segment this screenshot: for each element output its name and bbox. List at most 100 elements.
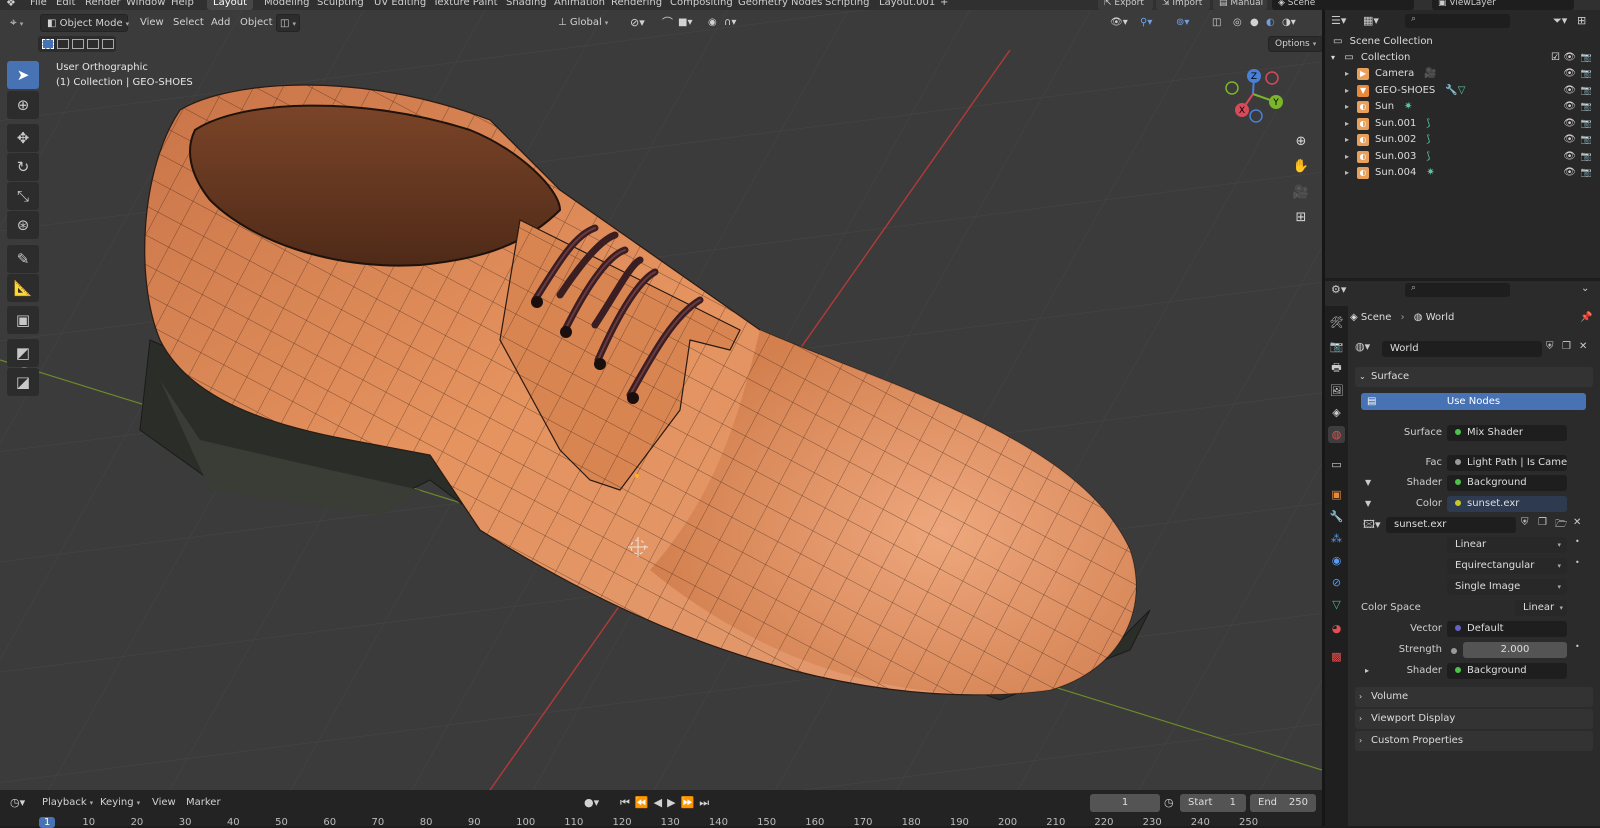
select-box-tool[interactable]: ➤	[7, 61, 39, 89]
render-camera-icon[interactable]: 📷	[1581, 83, 1592, 99]
rendered-shading-icon[interactable]: ◑▾	[1282, 14, 1296, 32]
eye-icon[interactable]: 👁	[1563, 116, 1576, 132]
tab-scene-icon[interactable]: ◈	[1328, 404, 1345, 421]
select-invert-icon[interactable]	[87, 39, 99, 49]
light-data-icon[interactable]: ⟆	[1426, 134, 1430, 145]
menu-add[interactable]: Add	[211, 14, 230, 32]
frame-ruler[interactable]: 1 10 20 30 40 50 60 70 80 90 100 110 120 130 140 150 160…	[0, 790, 1322, 828]
outliner-row[interactable]: ▸ ◐ Sun.004 ✷ 👁 📷	[1325, 165, 1600, 181]
select-subtract-icon[interactable]	[72, 39, 84, 49]
export-button[interactable]: ⇱ Export	[1098, 0, 1153, 10]
shader2-expand-arrow-icon[interactable]: ▸	[1365, 666, 1369, 675]
surface-socket-field[interactable]: Mix Shader	[1447, 425, 1567, 441]
strength-number-field[interactable]: 2.000	[1463, 642, 1567, 658]
options-button[interactable]: Options ▾	[1268, 36, 1324, 52]
shader2-socket-field[interactable]: Background	[1447, 663, 1567, 679]
vector-socket-field[interactable]: Default	[1447, 621, 1567, 637]
keyframe-dot-icon[interactable]: •	[1575, 642, 1580, 651]
color-space-select[interactable]: Linear ▾	[1515, 600, 1567, 616]
eye-icon[interactable]: 👁	[1563, 132, 1576, 148]
outliner-row[interactable]: ▸ ◐ Sun.001 ⟆ 👁 📷	[1325, 116, 1600, 132]
scene-selector[interactable]: ◈ Scene	[1272, 0, 1414, 10]
outliner-row-scene-collection[interactable]: ▭ Scene Collection	[1325, 34, 1600, 50]
bevel-tool[interactable]: ◪	[7, 368, 39, 396]
properties-search-input[interactable]: ⌕	[1405, 283, 1510, 297]
tab-material-icon[interactable]: ◕	[1328, 620, 1345, 637]
duplicate-icon[interactable]: ❐	[1562, 341, 1571, 352]
light-data-icon[interactable]: ⟆	[1426, 118, 1430, 129]
outliner-row[interactable]: ▸ ▶ Camera 🎥 👁 📷	[1325, 66, 1600, 82]
tab-texture-icon[interactable]: ▩	[1328, 648, 1345, 665]
menu-object[interactable]: Object	[240, 14, 273, 32]
keyframe-dot-icon[interactable]: •	[1575, 558, 1580, 567]
tab-output-icon[interactable]: 🖶	[1328, 360, 1345, 377]
tab-physics-icon[interactable]: ◉	[1328, 552, 1345, 569]
material-shading-icon[interactable]: ◐	[1266, 14, 1275, 32]
snap-icon[interactable]: ⊘▾	[630, 14, 645, 32]
image-duplicate-icon[interactable]: ❐	[1538, 517, 1547, 528]
fake-user-shield-icon[interactable]: ⛨	[1546, 341, 1554, 352]
pin-icon[interactable]: 📌	[1580, 312, 1592, 323]
sun-data-icon[interactable]: ✷	[1426, 167, 1434, 178]
eye-icon[interactable]: 👁	[1563, 99, 1576, 115]
outliner-row[interactable]: ▸ ▼ GEO-SHOES 🔧▽ 👁 📷	[1325, 83, 1600, 99]
eye-icon[interactable]: 👁	[1563, 165, 1576, 181]
render-camera-icon[interactable]: 📷	[1581, 165, 1592, 181]
gizmo-toggle-icon[interactable]: ⚲▾	[1140, 14, 1152, 32]
tab-rendering[interactable]: Rendering	[605, 0, 668, 10]
render-camera-icon[interactable]: 📷	[1581, 132, 1592, 148]
expand-arrow-icon[interactable]: ▸	[1345, 102, 1349, 111]
new-collection-icon[interactable]: ⊞	[1577, 14, 1586, 27]
add-workspace-button[interactable]: +	[940, 0, 948, 8]
transform-tool[interactable]: ⊛	[7, 211, 39, 239]
visibility-icon[interactable]: 👁▾	[1110, 14, 1128, 32]
render-camera-icon[interactable]: 📷	[1581, 116, 1592, 132]
rotate-tool[interactable]: ↻	[7, 153, 39, 181]
tab-view-layer-icon[interactable]: 🖼	[1328, 382, 1345, 399]
properties-editor-icon[interactable]: ⚙▾	[1331, 283, 1346, 296]
viewlayer-selector[interactable]: ▣ ViewLayer	[1432, 0, 1574, 10]
pan-hand-icon[interactable]: ✋	[1290, 155, 1312, 177]
outliner-search-input[interactable]: ⌕	[1405, 14, 1510, 28]
navigation-gizmo[interactable]: Z Y X	[1218, 64, 1288, 128]
import-button[interactable]: ⇲ Import	[1156, 0, 1210, 10]
shader-socket-field[interactable]: Background	[1447, 475, 1567, 491]
expand-arrow-icon[interactable]: ▸	[1345, 168, 1349, 177]
tab-object-icon[interactable]: ▣	[1328, 486, 1345, 503]
ortho-grid-icon[interactable]: ⊞	[1290, 206, 1312, 228]
pivot-selector[interactable]: ◫ ▾	[276, 14, 300, 32]
scale-tool[interactable]: ⤡	[7, 182, 39, 210]
add-cube-tool[interactable]: ▣	[7, 306, 39, 334]
expand-arrow-icon[interactable]: ▸	[1345, 135, 1349, 144]
eye-icon[interactable]: 👁	[1563, 50, 1576, 66]
expand-arrow-icon[interactable]: ▸	[1345, 69, 1349, 78]
gizmo-neg-x[interactable]	[1265, 71, 1279, 85]
panel-surface-header[interactable]: ⌄ Surface	[1355, 367, 1593, 387]
tab-layout[interactable]: Layout	[207, 0, 253, 10]
menu-edit[interactable]: Edit	[56, 0, 75, 8]
unlink-close-icon[interactable]: ✕	[1579, 341, 1587, 352]
expand-arrow-icon[interactable]: ▸	[1345, 86, 1349, 95]
tab-modeling[interactable]: Modeling	[258, 0, 316, 10]
expand-arrow-icon[interactable]: ▾	[1331, 53, 1335, 62]
projection-select[interactable]: Equirectangular ▾	[1447, 558, 1567, 574]
tab-shading[interactable]: Shading	[500, 0, 553, 10]
image-browse-icon[interactable]: 🖾▾	[1363, 516, 1381, 535]
outliner-row[interactable]: ▸ ◐ Sun.002 ⟆ 👁 📷	[1325, 132, 1600, 148]
interpolation-select[interactable]: Linear ▾	[1447, 537, 1567, 553]
gizmo-neg-y[interactable]	[1225, 81, 1239, 95]
overlay-toggle-icon[interactable]: ⊚▾	[1176, 14, 1189, 32]
world-browse-icon[interactable]: ◍▾	[1355, 340, 1370, 353]
expand-arrow-icon[interactable]: ▸	[1345, 152, 1349, 161]
world-name-field[interactable]: World	[1382, 341, 1542, 357]
display-mode-icon[interactable]: ▦▾	[1363, 14, 1379, 27]
exclude-checkbox[interactable]: ☑	[1551, 50, 1560, 66]
outliner-row-collection[interactable]: ▾ ▭ Collection ☑ 👁 📷	[1325, 50, 1600, 66]
menu-help[interactable]: Help	[171, 0, 194, 8]
panel-viewport-display-header[interactable]: › Viewport Display	[1355, 709, 1593, 729]
tab-particles-icon[interactable]: ⁂	[1328, 530, 1345, 547]
outliner-row[interactable]: ▸ ◐ Sun.003 ⟆ 👁 📷	[1325, 149, 1600, 165]
gizmo-neg-z[interactable]	[1249, 109, 1263, 123]
tab-sculpting[interactable]: Sculpting	[311, 0, 370, 10]
image-unlink-icon[interactable]: ✕	[1573, 517, 1581, 528]
